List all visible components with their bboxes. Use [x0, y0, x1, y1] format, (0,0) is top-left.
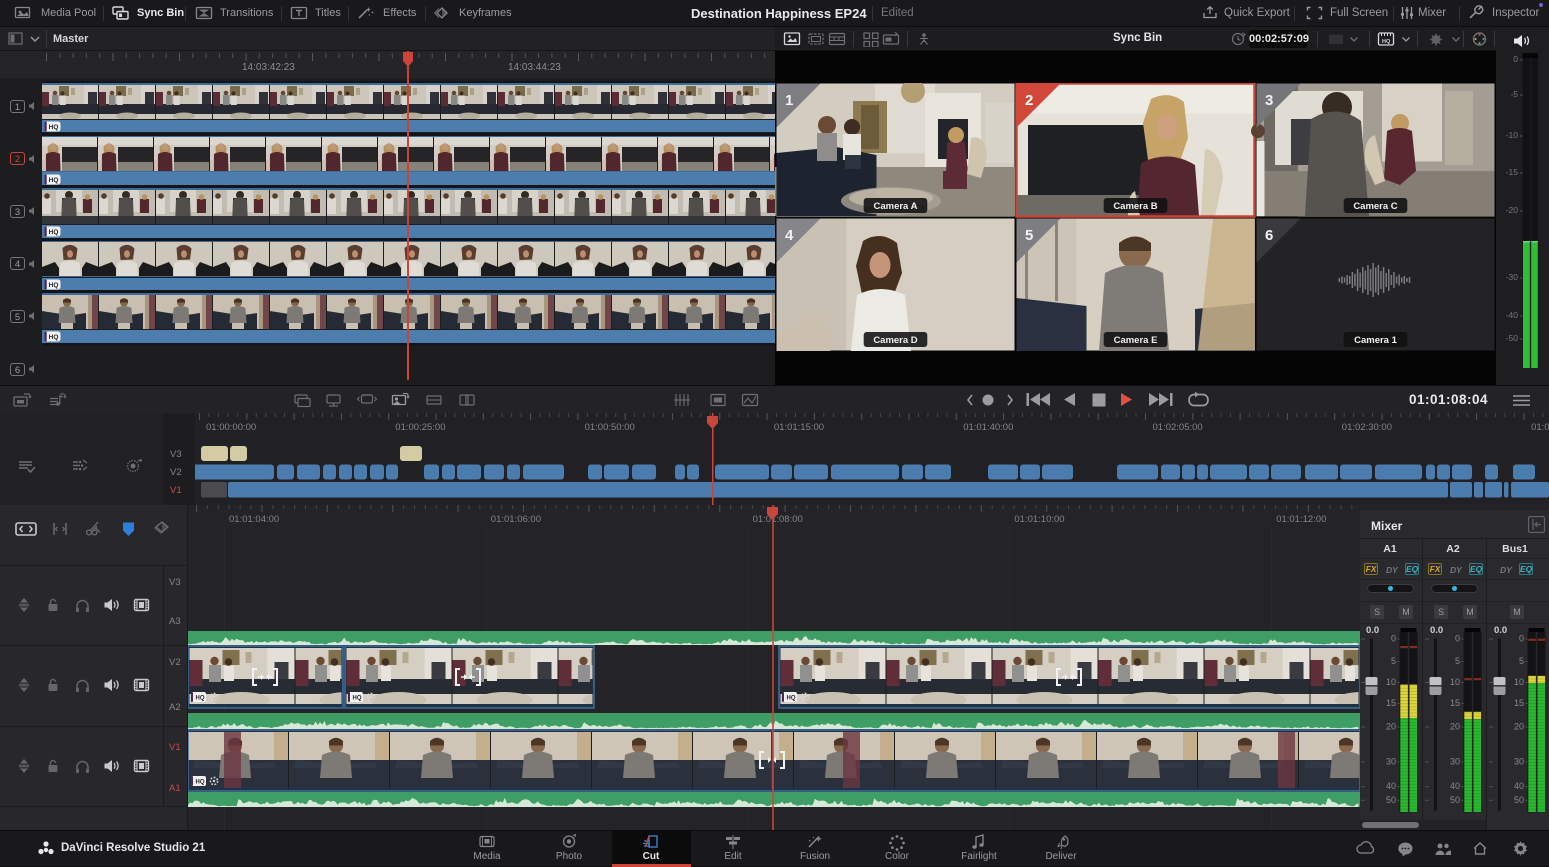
- svg-text:01:01:40:00: 01:01:40:00: [963, 422, 1013, 433]
- svg-text:HQ: HQ: [1382, 39, 1391, 45]
- svg-text:01:00:25:00: 01:00:25:00: [395, 422, 445, 433]
- svg-text:01:01:04:00: 01:01:04:00: [229, 514, 279, 525]
- svg-text:-40: -40: [1506, 310, 1519, 320]
- svg-text:HQ: HQ: [49, 334, 59, 341]
- svg-text:5: 5: [1025, 227, 1033, 244]
- svg-text:0: 0: [1513, 54, 1518, 64]
- svg-text:1: 1: [785, 92, 793, 109]
- svg-text:01:01:12:00: 01:01:12:00: [1276, 514, 1326, 525]
- svg-text:HQ: HQ: [353, 696, 362, 702]
- svg-text:HQ: HQ: [787, 696, 796, 702]
- svg-text:01:01:15:00: 01:01:15:00: [774, 422, 824, 433]
- svg-text:01:02:55:00: 01:02:55:00: [1531, 422, 1549, 433]
- svg-text:Camera C: Camera C: [1353, 201, 1397, 212]
- svg-text:HQ: HQ: [49, 282, 59, 289]
- svg-text:01:01:06:00: 01:01:06:00: [491, 514, 541, 525]
- svg-text:Camera D: Camera D: [873, 335, 917, 346]
- svg-text:-15: -15: [1506, 167, 1519, 177]
- svg-text:-50: -50: [1506, 333, 1519, 343]
- svg-text:HQ: HQ: [49, 177, 59, 184]
- svg-text:HQ: HQ: [49, 229, 59, 236]
- svg-text:-5: -5: [1510, 89, 1518, 99]
- svg-text:01:01:08:00: 01:01:08:00: [753, 514, 803, 525]
- svg-text:Camera B: Camera B: [1113, 201, 1157, 212]
- svg-text:6: 6: [1265, 227, 1273, 244]
- svg-text:2: 2: [1025, 92, 1033, 109]
- svg-text:Camera 1: Camera 1: [1354, 335, 1397, 346]
- svg-text:01:00:50:00: 01:00:50:00: [585, 422, 635, 433]
- svg-text:01:00:00:00: 01:00:00:00: [206, 422, 256, 433]
- svg-text:HQ: HQ: [49, 124, 59, 131]
- svg-text:HQ: HQ: [196, 696, 205, 702]
- svg-text:3: 3: [1265, 92, 1273, 109]
- svg-text:Camera A: Camera A: [873, 201, 917, 212]
- svg-text:-10: -10: [1506, 130, 1519, 140]
- svg-text:HQ: HQ: [196, 780, 205, 786]
- svg-text:-20: -20: [1506, 205, 1519, 215]
- svg-text:01:01:10:00: 01:01:10:00: [1014, 514, 1064, 525]
- svg-text:4: 4: [785, 227, 794, 244]
- svg-text:01:02:30:00: 01:02:30:00: [1342, 422, 1392, 433]
- svg-text:Camera E: Camera E: [1114, 335, 1158, 346]
- svg-text:01:02:05:00: 01:02:05:00: [1153, 422, 1203, 433]
- svg-text:-30: -30: [1506, 272, 1519, 282]
